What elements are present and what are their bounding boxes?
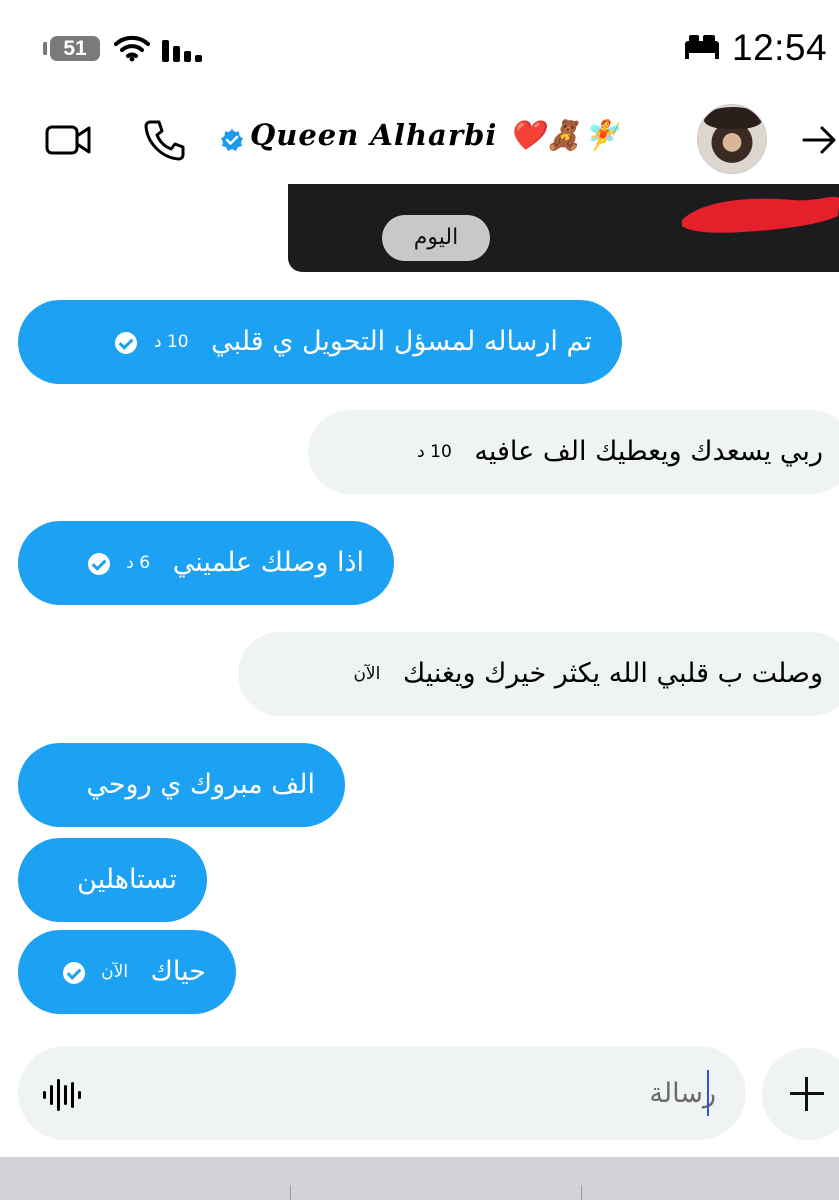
status-bar: 51 12:54 [0,0,839,100]
battery-icon: 51 [43,36,100,61]
message-text: ربي يسعدك ويعطيك الف عافيه [474,436,823,467]
suggestion-divider [290,1185,291,1200]
wifi-icon [114,35,150,62]
read-check-icon [115,331,138,354]
battery-level: 51 [63,37,87,60]
read-check-icon [62,961,85,984]
plus-icon[interactable] [762,1048,839,1140]
message-text: حياك [150,956,206,987]
day-divider-label: اليوم [382,215,490,261]
message-text: تم ارساله لمسؤل التحويل ي قلبي [211,326,592,357]
forward-arrow-icon[interactable] [800,122,839,158]
contact-name[interactable]: Queen Alharbi ❤️🧸🧚 [250,118,620,153]
message-time: الآن [101,962,129,982]
verified-badge-icon [221,129,243,151]
message-composer [18,1046,746,1140]
phone-call-icon[interactable] [142,118,186,162]
suggestion-divider [581,1185,582,1200]
story-reply-card[interactable]: اليوم [288,184,839,272]
message-text: وصلت ب قلبي الله يكثر خيرك ويغنيك [402,658,823,689]
message-bubble-sent[interactable]: تم ارساله لمسؤل التحويل ي قلبي 10 د [18,300,622,384]
message-time: 10 د [417,442,452,462]
message-text: اذا وصلك علميني [172,547,364,578]
message-bubble-sent[interactable]: تستاهلين [18,838,207,922]
message-bubble-sent[interactable]: الف مبروك ي روحي [18,743,345,827]
message-bubble-sent[interactable]: حياك الآن [18,930,236,1014]
message-bubble-sent[interactable]: اذا وصلك علميني 6 د [18,521,394,605]
message-bubble-received[interactable]: ربي يسعدك ويعطيك الف عافيه 10 د [308,410,839,494]
clock-time: 12:54 [732,27,828,68]
sleep-mode-bed-icon [685,35,719,59]
keyboard-suggestion-bar [0,1157,839,1200]
redaction-mark [682,196,839,233]
video-call-icon[interactable] [44,122,92,158]
read-check-icon [87,552,110,575]
voice-message-icon[interactable] [42,1078,82,1112]
message-text: الف مبروك ي روحي [86,769,315,800]
signal-icon [162,40,202,62]
message-time: الآن [353,664,381,684]
message-text: تستاهلين [77,864,177,895]
message-input[interactable] [138,1066,716,1120]
avatar[interactable] [697,104,767,174]
message-time: 10 د [153,332,189,352]
message-bubble-received[interactable]: وصلت ب قلبي الله يكثر خيرك ويغنيك الآن [238,632,839,716]
message-time: 6 د [126,553,151,573]
text-cursor [707,1070,709,1116]
conversation-header: Queen Alharbi ❤️🧸🧚 [0,100,839,182]
